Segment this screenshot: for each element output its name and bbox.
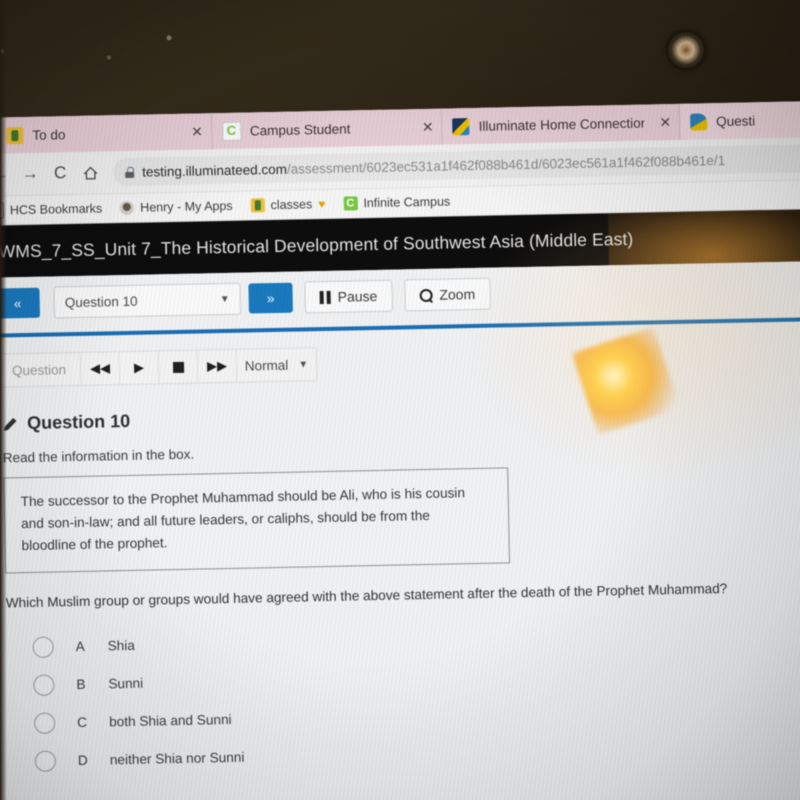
bezel-speck <box>106 55 111 60</box>
person-icon <box>120 200 135 216</box>
classes-icon <box>250 198 265 213</box>
illuminate-icon <box>689 112 708 131</box>
question-instruction: Read the information in the box. <box>2 446 195 466</box>
next-question-button[interactable]: » <box>248 282 293 314</box>
playback-rate-value: Normal <box>244 357 289 374</box>
choice-text: neither Shia nor Sunni <box>109 749 245 767</box>
browser-window: To do ✕ C Campus Student ✕ Illuminate Ho… <box>0 100 800 800</box>
question-content: Question 10 Read the information in the … <box>0 371 800 781</box>
choice-letter: C <box>76 714 88 730</box>
answer-choices: A Shia B Sunni C both Shia and Sunni D n… <box>6 612 800 781</box>
choice-letter: A <box>75 638 85 654</box>
address-bar[interactable]: testing.illuminateed.com/assessment/6023… <box>112 144 800 187</box>
bookmark-hcs-bookmarks[interactable]: HCS Bookmarks <box>0 200 103 219</box>
campus-icon: C <box>343 196 358 211</box>
bookmark-infinite-campus[interactable]: C Infinite Campus <box>343 194 451 211</box>
choice-text: Shia <box>107 637 135 653</box>
url-path: /assessment/6023ec531a1f462f088b461d/602… <box>286 152 726 177</box>
illuminate-icon <box>452 117 470 135</box>
chevron-down-icon: ▼ <box>219 293 230 305</box>
pause-button[interactable]: Pause <box>304 279 393 314</box>
heart-icon: ♥ <box>318 196 326 212</box>
choice-letter: B <box>76 676 86 692</box>
browser-tab-todo[interactable]: To do ✕ <box>0 113 213 154</box>
laptop-left-edge <box>0 0 7 800</box>
choice-letter: D <box>77 752 88 768</box>
assessment-title: WMS_7_SS_Unit 7_The Historical Developme… <box>0 228 634 262</box>
lock-icon <box>125 166 134 177</box>
fast-forward-icon[interactable]: ▶▶ <box>197 349 238 383</box>
playback-rate-dropdown[interactable]: Normal ▼ <box>237 348 317 382</box>
reload-icon[interactable]: C <box>45 158 76 189</box>
question-heading: Question 10 <box>2 397 800 435</box>
bookmark-classes[interactable]: classes ♥ <box>250 196 326 213</box>
home-icon[interactable] <box>75 157 106 188</box>
tab-title: Questi <box>715 112 756 129</box>
forward-icon[interactable]: → <box>15 159 46 190</box>
bookmark-henry-my-apps[interactable]: Henry - My Apps <box>120 198 233 216</box>
bookmark-label: Henry - My Apps <box>140 198 233 215</box>
close-icon[interactable]: ✕ <box>653 114 671 131</box>
choice-text: Sunni <box>108 675 144 691</box>
stimulus-box: The successor to the Prophet Muhammad sh… <box>3 467 511 574</box>
question-number: Question 10 <box>26 410 131 433</box>
question-selector-dropdown[interactable]: Question 10 ▼ <box>53 282 242 319</box>
close-icon[interactable]: ✕ <box>185 123 203 140</box>
pause-label: Pause <box>337 287 378 305</box>
tab-title: To do <box>32 126 66 143</box>
tab-title: Campus Student <box>249 120 351 138</box>
chevron-down-icon: ▼ <box>298 358 309 371</box>
stop-icon[interactable] <box>158 350 199 384</box>
url-domain: testing.illuminateed.com <box>141 161 288 180</box>
browser-tab-campus-student[interactable]: C Campus Student ✕ <box>211 108 443 150</box>
tab-title: Illuminate Home Connection <box>478 115 645 134</box>
todo-icon <box>6 126 24 144</box>
pause-icon <box>320 290 331 303</box>
assessment-page: « Question 10 ▼ » Pause Zoom Question ◀◀… <box>0 260 800 800</box>
question-stem: Which Muslim group or groups would have … <box>5 580 728 611</box>
browser-tab-illuminate-home-connection[interactable]: Illuminate Home Connection ✕ <box>442 103 681 145</box>
radio-button[interactable] <box>33 674 55 696</box>
question-selector-value: Question 10 <box>64 293 138 310</box>
zoom-button[interactable]: Zoom <box>404 277 491 312</box>
search-icon <box>419 288 432 301</box>
browser-tab-question[interactable]: Questi <box>679 100 800 140</box>
bookmark-label: classes <box>270 197 313 213</box>
url-text: testing.illuminateed.com/assessment/6023… <box>142 152 725 179</box>
radio-button[interactable] <box>32 636 54 658</box>
play-icon[interactable]: ▶ <box>119 351 160 385</box>
close-icon[interactable]: ✕ <box>416 118 434 135</box>
bookmark-label: HCS Bookmarks <box>9 201 103 218</box>
radio-button[interactable] <box>33 711 56 734</box>
rewind-icon[interactable]: ◀◀ <box>80 352 121 385</box>
radio-button[interactable] <box>34 749 57 772</box>
photo-of-laptop-screen: To do ✕ C Campus Student ✕ Illuminate Ho… <box>0 0 800 800</box>
media-label: Question <box>0 352 82 387</box>
zoom-label: Zoom <box>439 285 476 303</box>
choice-text: both Shia and Sunni <box>108 711 232 729</box>
bezel-speck <box>166 35 172 41</box>
bookmark-label: Infinite Campus <box>363 194 451 211</box>
campus-student-icon: C <box>221 121 242 141</box>
